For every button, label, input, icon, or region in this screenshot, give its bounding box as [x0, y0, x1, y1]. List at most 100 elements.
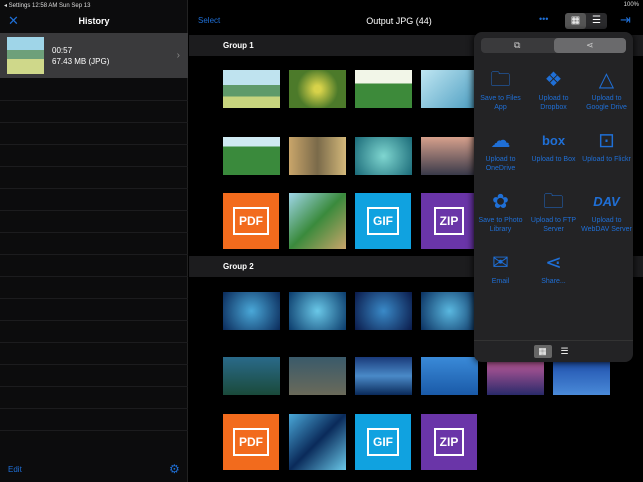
- image-thumbnail[interactable]: [289, 357, 346, 395]
- collage-thumbnail[interactable]: [289, 193, 346, 249]
- export-option-box[interactable]: box Upload to Box: [527, 127, 580, 180]
- gif-label: GIF: [367, 207, 399, 235]
- image-thumbnail[interactable]: [421, 137, 478, 175]
- list-view-icon[interactable]: ☰: [586, 13, 607, 29]
- grid-view-icon[interactable]: ▦: [533, 345, 552, 358]
- status-bar: ◂ Settings 12:58 AM Sun Sep 13 100%: [0, 0, 643, 10]
- gif-file[interactable]: GIF: [355, 414, 411, 470]
- divider: [0, 166, 188, 167]
- zip-file[interactable]: ZIP: [421, 414, 477, 470]
- edit-button[interactable]: Edit: [8, 465, 22, 474]
- image-thumbnail[interactable]: [421, 357, 478, 395]
- export-option-label: Upload to Flickr: [582, 156, 631, 163]
- dropbox-icon: ❖: [544, 69, 563, 91]
- ftp-icon: 🗀: [543, 191, 564, 213]
- divider: [0, 254, 188, 255]
- export-option-webdav[interactable]: DAV Upload to WebDAV Server: [580, 188, 633, 241]
- divider: [0, 144, 188, 145]
- divider: [0, 100, 188, 101]
- divider: [0, 364, 188, 365]
- divider: [0, 430, 188, 431]
- image-thumbnail[interactable]: [223, 292, 280, 330]
- export-option-email[interactable]: ✉ Email: [474, 249, 527, 302]
- gear-icon[interactable]: ⚙: [169, 462, 180, 476]
- folder-icon: 🗀: [490, 69, 511, 91]
- email-icon: ✉: [492, 252, 509, 274]
- image-thumbnail[interactable]: [355, 357, 412, 395]
- export-option-label: Share...: [541, 278, 566, 285]
- history-duration: 00:57: [52, 45, 73, 55]
- webdav-icon: DAV: [593, 194, 620, 209]
- collage-thumbnail[interactable]: [289, 414, 346, 470]
- image-thumbnail[interactable]: [355, 70, 412, 108]
- gif-file[interactable]: GIF: [355, 193, 411, 249]
- popover-segmented-control[interactable]: ⧉ ⋖: [481, 38, 626, 53]
- export-option-label: Upload to WebDAV Server: [581, 217, 632, 233]
- export-popover: ⧉ ⋖ 🗀 Save to Files App ❖ Upload to Dropbox △…: [474, 32, 633, 362]
- grid-view-icon[interactable]: ▦: [565, 13, 586, 29]
- share-icon: ⋖: [545, 252, 562, 274]
- export-option-google-drive[interactable]: △ Upload to Google Drive: [580, 66, 633, 119]
- flickr-icon: ⊡: [598, 130, 615, 152]
- gif-label: GIF: [367, 428, 399, 456]
- export-option-label: Upload to Box: [531, 156, 576, 163]
- image-thumbnail[interactable]: [487, 357, 544, 395]
- history-item[interactable]: 00:57 67.43 MB (JPG) ›: [0, 33, 188, 78]
- zip-file[interactable]: ZIP: [421, 193, 477, 249]
- list-view-icon[interactable]: ☰: [556, 345, 574, 358]
- image-thumbnail[interactable]: [289, 137, 346, 175]
- export-option-label: Upload to OneDrive: [485, 156, 516, 172]
- convert-icon[interactable]: ⧉: [481, 38, 554, 53]
- export-option-ftp[interactable]: 🗀 Upload to FTP Server: [527, 188, 580, 241]
- history-size: 67.43 MB (JPG): [52, 56, 110, 66]
- share-tab-icon[interactable]: ⋖: [553, 38, 626, 53]
- pdf-file[interactable]: PDF: [223, 193, 279, 249]
- divider: [0, 276, 188, 277]
- box-icon: box: [541, 133, 566, 148]
- image-thumbnail[interactable]: [421, 70, 478, 108]
- more-icon[interactable]: •••: [539, 14, 548, 24]
- export-option-dropbox[interactable]: ❖ Upload to Dropbox: [527, 66, 580, 119]
- divider: [0, 188, 188, 189]
- export-option-label: Email: [491, 278, 510, 285]
- image-thumbnail[interactable]: [289, 70, 346, 108]
- export-option-label: Upload to FTP Server: [530, 217, 577, 233]
- view-toggle[interactable]: ▦ ☰: [565, 13, 607, 29]
- pdf-file[interactable]: PDF: [223, 414, 279, 470]
- zip-label: ZIP: [433, 428, 465, 456]
- image-thumbnail[interactable]: [223, 357, 280, 395]
- divider: [0, 122, 188, 123]
- popover-view-toggle[interactable]: ▦ ☰: [474, 340, 633, 362]
- export-option-label: Save to Photo Library: [478, 217, 523, 233]
- zip-label: ZIP: [433, 207, 465, 235]
- export-option-share[interactable]: ⋖ Share...: [527, 249, 580, 302]
- export-option-photos[interactable]: ✿ Save to Photo Library: [474, 188, 527, 241]
- export-icon[interactable]: ⇥: [620, 12, 631, 28]
- image-thumbnail[interactable]: [355, 292, 412, 330]
- battery: 100%: [623, 2, 639, 8]
- google-drive-icon: △: [598, 69, 615, 91]
- export-option-onedrive[interactable]: ☁ Upload to OneDrive: [474, 127, 527, 180]
- divider: [0, 298, 188, 299]
- export-option-label: Upload to Dropbox: [538, 95, 569, 111]
- image-thumbnail[interactable]: [553, 357, 610, 395]
- divider: [0, 408, 188, 409]
- image-thumbnail[interactable]: [223, 137, 280, 175]
- onedrive-icon: ☁: [490, 130, 511, 152]
- export-option-label: Upload to Google Drive: [586, 95, 627, 111]
- pdf-label: PDF: [233, 207, 269, 235]
- image-thumbnail[interactable]: [289, 292, 346, 330]
- photos-icon: ✿: [492, 191, 509, 213]
- chevron-right-icon: ›: [176, 50, 180, 61]
- image-thumbnail[interactable]: [421, 292, 478, 330]
- status-left: ◂ Settings 12:58 AM Sun Sep 13: [4, 3, 91, 9]
- sidebar-title: History: [78, 16, 110, 26]
- export-option-folder[interactable]: 🗀 Save to Files App: [474, 66, 527, 119]
- image-thumbnail[interactable]: [223, 70, 280, 108]
- history-thumbnail: [7, 37, 44, 74]
- export-option-flickr[interactable]: ⊡ Upload to Flickr: [580, 127, 633, 180]
- export-option-label: Save to Files App: [480, 95, 521, 111]
- image-thumbnail[interactable]: [355, 137, 412, 175]
- divider: [0, 320, 188, 321]
- pdf-label: PDF: [233, 428, 269, 456]
